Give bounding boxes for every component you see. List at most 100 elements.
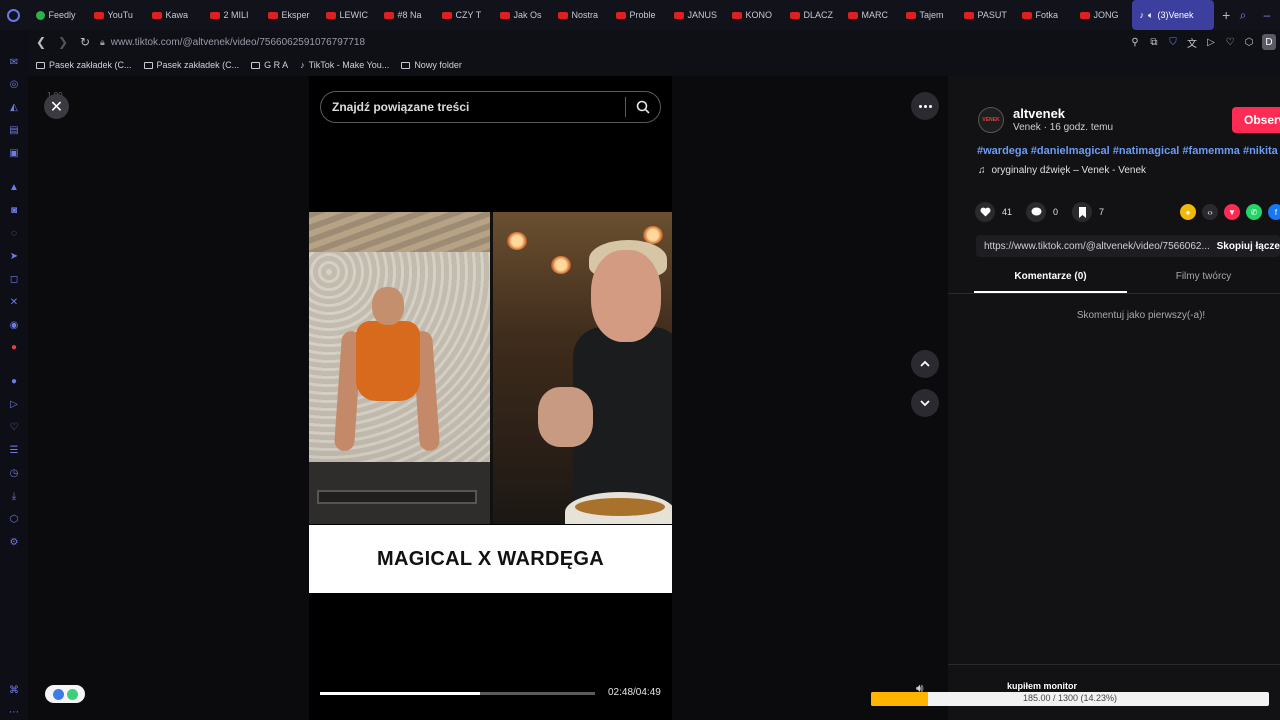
tiktok-page: 1.00 ✕ (28, 76, 1280, 720)
tab-3[interactable]: 2 MILI (202, 0, 260, 30)
sidebar-telegram-icon[interactable]: ➤ (8, 250, 20, 262)
post-link[interactable]: https://www.tiktok.com/@altvenek/video/7… (976, 241, 1217, 252)
sidebar-spotify-icon[interactable]: ● (8, 375, 20, 387)
sidebar-tabs-icon[interactable]: ☰ (8, 444, 20, 456)
sidebar-news-icon[interactable]: ◎ (8, 78, 20, 90)
extension-pill[interactable] (45, 685, 85, 703)
sidebar-box-icon[interactable]: ▣ (8, 147, 20, 159)
sidebar-ai-icon[interactable]: ◭ (8, 101, 20, 113)
bookmark-item[interactable]: Pasek zakładek (C... (36, 60, 132, 70)
save-button[interactable] (1072, 202, 1093, 222)
like-button[interactable] (975, 202, 995, 222)
copy-link-button[interactable]: Skopiuj łącze (1217, 241, 1280, 252)
tab-14[interactable]: MARC (840, 0, 898, 30)
comment-button[interactable] (1026, 202, 1047, 222)
bookmarks-bar: Pasek zakładek (C... Pasek zakładek (C...… (28, 54, 1280, 76)
sidebar-twitch-icon[interactable]: ◙ (8, 204, 20, 216)
tab-7[interactable]: CZY T (434, 0, 492, 30)
sidebar-discord-icon[interactable]: ◉ (8, 319, 20, 331)
sidebar-aria-icon[interactable]: ▲ (8, 181, 20, 193)
bookmark-item[interactable]: ♪ TikTok - Make You... (300, 60, 389, 70)
more-options-button[interactable] (911, 92, 939, 120)
minimize-icon[interactable]: – (1260, 8, 1274, 22)
tab-label: Kawa (165, 10, 189, 20)
avatar[interactable]: VENEK (978, 107, 1004, 133)
coin-share-icon[interactable]: ● (1180, 204, 1196, 220)
close-button[interactable]: ✕ (44, 94, 69, 119)
next-video-button[interactable] (911, 389, 939, 417)
url-field[interactable]: 🔒︎ www.tiktok.com/@altvenek/video/756606… (100, 37, 365, 48)
follow-button[interactable]: Obserwuj (1232, 107, 1280, 133)
video-player[interactable]: MAGICAL X WARDĘGA 02:48/04:49 (309, 76, 672, 720)
sidebar-messenger-icon[interactable]: ◌ (8, 227, 20, 239)
tab-16[interactable]: PASUT (956, 0, 1014, 30)
sidebar-heart-icon[interactable]: ♡ (8, 421, 20, 433)
send-to-friend-icon[interactable]: ▼ (1224, 204, 1240, 220)
forward-icon[interactable]: ❯ (54, 33, 72, 51)
sidebar-settings-icon[interactable]: ⚙ (8, 536, 20, 548)
bookmark-item[interactable]: Pasek zakładek (C... (143, 60, 239, 70)
tab-15[interactable]: Tajem (898, 0, 956, 30)
sound-link[interactable]: ♫ oryginalny dźwięk – Venek - Venek (978, 165, 1146, 176)
bookmark-item[interactable]: G R A (251, 60, 288, 70)
search-input[interactable] (321, 100, 625, 114)
sidebar-instagram-icon[interactable]: ◻ (8, 273, 20, 285)
reload-icon[interactable]: ↻ (76, 33, 94, 51)
video-progress-bar[interactable] (320, 692, 595, 695)
tab-13[interactable]: DLACZ (782, 0, 840, 30)
tab-5[interactable]: LEWIC (318, 0, 376, 30)
back-icon[interactable]: ❮ (32, 33, 50, 51)
tab-10[interactable]: Proble (608, 0, 666, 30)
heart-icon[interactable]: ♡ (1224, 36, 1236, 48)
tab-1[interactable]: YouTu (86, 0, 144, 30)
sidebar-x-icon[interactable]: ✕ (8, 296, 20, 308)
translate-icon[interactable]: 文 (1186, 36, 1198, 50)
search-tabs-icon[interactable]: ⌕ (1236, 8, 1250, 22)
sidebar-gx-icon[interactable]: ⌘ (8, 684, 20, 696)
tab-6[interactable]: #8 Na (376, 0, 434, 30)
sidebar-wallet-icon[interactable]: ▤ (8, 124, 20, 136)
previous-video-button[interactable] (911, 350, 939, 378)
embed-icon[interactable]: ‹› (1202, 204, 1218, 220)
tab-active[interactable]: ♪ 🔈︎ (3)Venek (1131, 0, 1215, 30)
post-actions: 41 0 7 (975, 202, 1111, 222)
youtube-icon (209, 11, 220, 19)
tab-11[interactable]: JANUS (666, 0, 724, 30)
youtube-icon (557, 11, 568, 19)
sidebar-extension-icon[interactable]: ● (8, 341, 20, 353)
sidebar-more-icon[interactable]: ⋯ (8, 706, 20, 718)
overlay-progress-text: 185.00 / 1300 (14.23%) (1022, 693, 1118, 703)
music-note-icon: ♫ (978, 165, 986, 176)
pin-icon[interactable]: ⚲ (1129, 36, 1141, 48)
extensions-icon[interactable]: ⬡ (1243, 36, 1255, 48)
sidebar-extensions-icon[interactable]: ⬡ (8, 513, 20, 525)
sidebar-player-icon[interactable]: ▷ (8, 398, 20, 410)
tab-8[interactable]: Jak Os (492, 0, 550, 30)
tab-comments[interactable]: Komentarze (0) (974, 271, 1127, 293)
tab-9[interactable]: Nostra (550, 0, 608, 30)
hashtags[interactable]: #wardega #danielmagical #natimagical #fa… (977, 145, 1280, 157)
shield-icon[interactable]: ⛉ (1167, 36, 1179, 48)
tab-17[interactable]: Fotka (1014, 0, 1072, 30)
tab-0[interactable]: Feedly (28, 0, 86, 30)
sidebar-mail-icon[interactable]: ✉ (8, 56, 20, 68)
new-tab-button[interactable]: + (1216, 7, 1236, 23)
tab-2[interactable]: Kawa (144, 0, 202, 30)
whatsapp-icon[interactable]: ✆ (1246, 204, 1262, 220)
profile-avatar[interactable]: D (1262, 34, 1276, 50)
tab-12[interactable]: KONO (724, 0, 782, 30)
sidebar-downloads-icon[interactable]: ⤓ (8, 490, 20, 502)
opera-logo-icon[interactable] (0, 0, 28, 30)
author-name[interactable]: altvenek (1013, 106, 1065, 121)
youtube-icon (905, 11, 916, 19)
video-frame[interactable]: MAGICAL X WARDĘGA (309, 212, 672, 593)
tab-4[interactable]: Eksper (260, 0, 318, 30)
snapshot-icon[interactable]: ⧉ (1148, 36, 1160, 48)
tab-creator-videos[interactable]: Filmy twórcy (1127, 271, 1280, 293)
facebook-icon[interactable]: f (1268, 204, 1280, 220)
search-button[interactable] (626, 92, 660, 122)
tab-18[interactable]: JONG (1072, 0, 1130, 30)
bookmark-item[interactable]: Nowy folder (401, 60, 462, 70)
play-icon[interactable]: ▷ (1205, 36, 1217, 48)
sidebar-history-icon[interactable]: ◷ (8, 467, 20, 479)
